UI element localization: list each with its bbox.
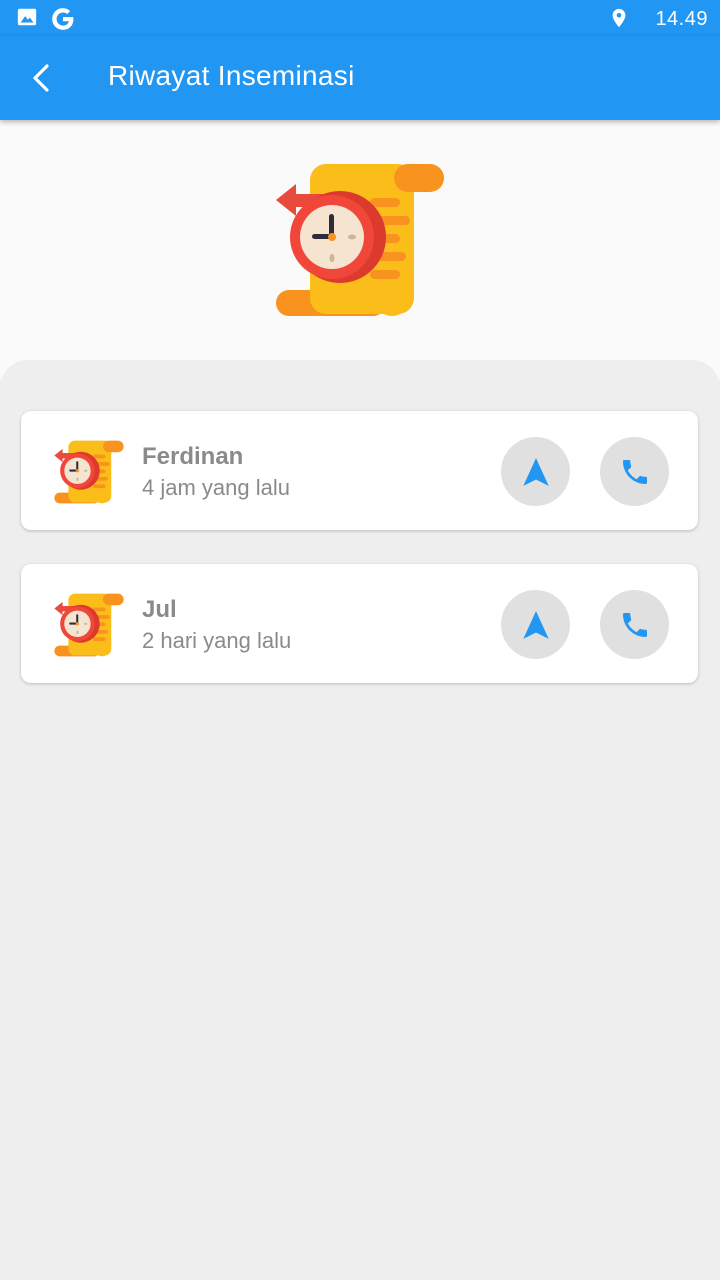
navigate-button[interactable]	[501, 590, 570, 659]
record-time: 4 jam yang lalu	[142, 475, 290, 500]
google-icon	[52, 8, 74, 30]
chevron-left-icon	[33, 64, 49, 92]
back-button[interactable]	[20, 56, 64, 100]
navigation-arrow-icon	[522, 610, 549, 639]
history-scroll-clock-icon	[53, 439, 125, 505]
navigation-arrow-icon	[522, 457, 549, 486]
record-name: Ferdinan	[142, 443, 244, 470]
record-card[interactable]: Jul 2 hari yang lalu	[21, 564, 698, 683]
status-time: 14.49	[655, 8, 708, 30]
location-pin-icon	[612, 8, 626, 28]
history-scroll-clock-icon	[53, 592, 125, 658]
call-button[interactable]	[600, 590, 669, 659]
call-button[interactable]	[600, 437, 669, 506]
record-card[interactable]: Ferdinan 4 jam yang lalu	[21, 411, 698, 530]
status-bar: 14.49	[0, 0, 720, 36]
navigate-button[interactable]	[501, 437, 570, 506]
image-icon	[17, 8, 37, 26]
history-scroll-clock-icon	[274, 160, 446, 320]
record-time: 2 hari yang lalu	[142, 628, 292, 653]
page-title: Riwayat Inseminasi	[108, 60, 355, 91]
record-name: Jul	[142, 596, 177, 623]
app-bar: Riwayat Inseminasi	[0, 36, 720, 120]
phone-icon	[622, 612, 647, 637]
phone-icon	[622, 459, 647, 484]
